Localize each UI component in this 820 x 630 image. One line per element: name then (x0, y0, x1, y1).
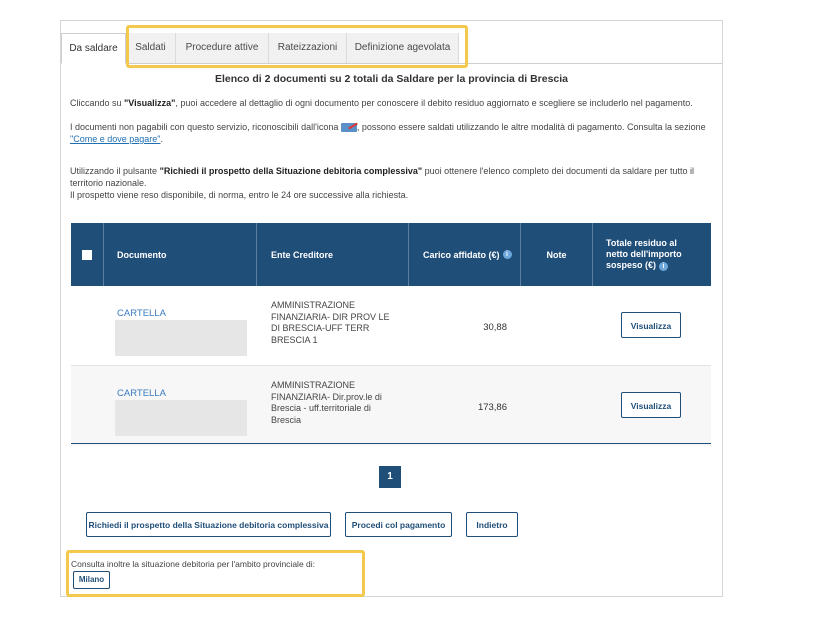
procedi-pagamento-button[interactable]: Procedi col pagamento (345, 512, 452, 537)
visualizza-button[interactable]: Visualizza (621, 312, 681, 338)
richiedi-prospetto-button[interactable]: Richiedi il prospetto della Situazione d… (86, 512, 331, 537)
header-ente-creditore: Ente Creditore (257, 223, 409, 286)
header-totale-residuo: Totale residuo al netto dell'importo sos… (606, 238, 682, 271)
tab-saldati[interactable]: Saldati (126, 33, 176, 63)
intro-paragraph-1: Cliccando su "Visualizza", puoi accedere… (70, 98, 693, 108)
province-footer-text: Consulta inoltre la situazione debitoria… (71, 559, 316, 569)
intro-paragraph-2: I documenti non pagabili con questo serv… (70, 122, 706, 144)
tab-definizione-agevolata[interactable]: Definizione agevolata (347, 33, 459, 63)
redacted-document-id (115, 400, 247, 436)
carico-affidato-cell: 30,88 (483, 322, 507, 333)
header-note: Note (521, 223, 593, 286)
page-title: Elenco di 2 documenti su 2 totali da Sal… (214, 73, 569, 85)
table-bottom-border (71, 443, 711, 444)
debt-panel: Da saldare Saldati Procedure attive Rate… (60, 20, 723, 597)
document-link[interactable]: CARTELLA (117, 388, 166, 399)
carico-affidato-cell: 173,86 (477, 402, 507, 413)
milano-button[interactable]: Milano (73, 571, 110, 589)
pagination-page-current[interactable]: 1 (379, 466, 401, 488)
table-row: CARTELLA AMMINISTRAZIONE FINANZIARIA- Di… (71, 366, 711, 446)
intro-paragraph-3: Utilizzando il pulsante "Richiedi il pro… (70, 166, 695, 200)
header-carico-affidato: Carico affidato (€) i (409, 223, 521, 286)
ente-creditore-cell: AMMINISTRAZIONE FINANZIARIA- DIR PROV LE… (271, 300, 390, 345)
select-all-checkbox[interactable] (82, 249, 92, 260)
info-icon[interactable]: i (659, 262, 669, 271)
tab-procedure-attive[interactable]: Procedure attive (176, 33, 269, 63)
document-link[interactable]: CARTELLA (117, 308, 166, 319)
redacted-document-id (115, 320, 247, 356)
visualizza-button[interactable]: Visualizza (621, 392, 681, 418)
indietro-button[interactable]: Indietro (466, 512, 518, 537)
header-documento: Documento (104, 223, 257, 286)
table-row: CARTELLA AMMINISTRAZIONE FINANZIARIA- DI… (71, 286, 711, 366)
select-all-cell (71, 223, 104, 286)
tab-rateizzazioni[interactable]: Rateizzazioni (269, 33, 347, 63)
tab-bar: Da saldare Saldati Procedure attive Rate… (61, 33, 722, 64)
ente-creditore-cell: AMMINISTRAZIONE FINANZIARIA- Dir.prov.le… (271, 380, 382, 425)
not-payable-icon (340, 123, 357, 133)
info-icon[interactable]: i (502, 250, 512, 259)
table-header: Documento Ente Creditore Carico affidato… (71, 223, 711, 286)
tab-da-saldare[interactable]: Da saldare (61, 33, 126, 64)
come-e-dove-pagare-link[interactable]: "Come e dove pagare" (70, 134, 160, 144)
